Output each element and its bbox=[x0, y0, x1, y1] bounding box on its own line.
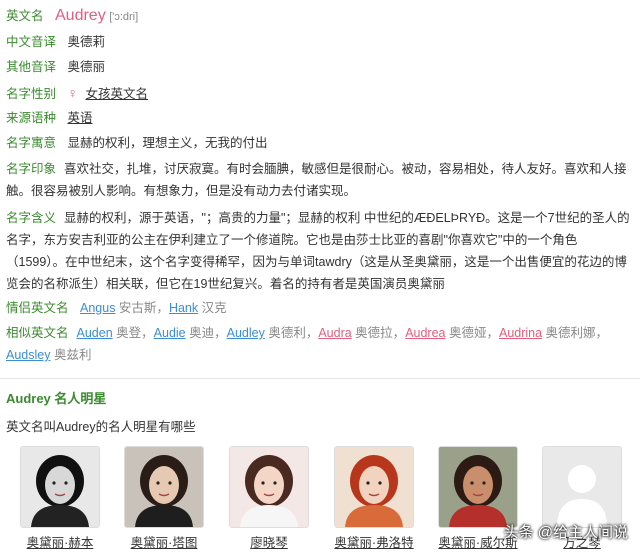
label-english-name: 英文名 bbox=[6, 9, 44, 23]
english-name-value: Audrey bbox=[55, 7, 106, 24]
celeb-photo[interactable] bbox=[542, 446, 622, 528]
couple-name-cn: 安古斯， bbox=[115, 301, 169, 315]
similar-name-cn: 奥德利娜， bbox=[542, 326, 609, 340]
celeb-photo[interactable] bbox=[438, 446, 518, 528]
similar-name-link[interactable]: Auden bbox=[77, 326, 113, 340]
celeb-card[interactable]: 奥黛丽·赫本 bbox=[20, 446, 100, 551]
gender-link[interactable]: 女孩英文名 bbox=[85, 87, 148, 101]
watermark: 头条 @给主人间说 bbox=[503, 524, 628, 541]
label-gender: 名字性别 bbox=[6, 87, 57, 101]
couple-name-link[interactable]: Angus bbox=[80, 301, 115, 315]
similar-name-link[interactable]: Audra bbox=[318, 326, 351, 340]
similar-name-link[interactable]: Audley bbox=[227, 326, 265, 340]
section-divider bbox=[0, 378, 640, 379]
couple-name-cn: 汉克 bbox=[198, 301, 227, 315]
similar-name-cn: 奥德娅， bbox=[445, 326, 499, 340]
similar-name-link[interactable]: Audrina bbox=[499, 326, 542, 340]
similar-names-list: Auden 奥登，Audie 奥迪，Audley 奥德利，Audra 奥德拉，A… bbox=[6, 326, 608, 362]
row-similar-names: 相似英文名 Auden 奥登，Audie 奥迪，Audley 奥德利，Audra … bbox=[6, 322, 632, 366]
row-couple-names: 情侣英文名 Angus 安古斯，Hank 汉克 bbox=[6, 297, 632, 319]
celebs-section-subtitle: 英文名叫Audrey的名人明星有哪些 bbox=[6, 420, 196, 434]
celeb-photo[interactable] bbox=[124, 446, 204, 528]
similar-name-link[interactable]: Audrea bbox=[405, 326, 445, 340]
similar-name-cn: 奥兹利 bbox=[50, 348, 92, 362]
similar-name-cn: 奥迪， bbox=[185, 326, 227, 340]
similar-name-cn: 奥德拉， bbox=[351, 326, 406, 340]
row-english-name: 英文名 Audrey ['ɔ:dri] bbox=[6, 5, 632, 28]
label-impression: 名字印象 bbox=[6, 162, 57, 176]
cn-transliteration-value: 奥德莉 bbox=[67, 35, 106, 49]
impression-value: 喜欢社交，扎堆，讨厌寂寞。有时会腼腆，敏感但是很耐心。被动，容易相处，待人友好。… bbox=[6, 162, 627, 198]
label-cn-transliteration: 中文音译 bbox=[6, 35, 57, 49]
celebs-section-title: Audrey 名人明星 bbox=[6, 391, 107, 406]
row-origin: 来源语种 英语 bbox=[6, 107, 632, 129]
row-definition: 名字含义 显赫的权利，源于英语，"；高贵的力量"；显赫的权利 中世纪的ÆÐELÞR… bbox=[6, 207, 632, 295]
row-other-transliteration: 其他音译 奥德丽 bbox=[6, 56, 632, 78]
couple-names-list: Angus 安古斯，Hank 汉克 bbox=[80, 301, 227, 315]
celeb-name-link[interactable]: 奥黛丽·弗洛特 bbox=[334, 532, 414, 551]
other-transliteration-value: 奥德丽 bbox=[67, 60, 106, 74]
celeb-card[interactable]: 廖晓琴 bbox=[229, 446, 309, 551]
label-other-transliteration: 其他音译 bbox=[6, 60, 57, 74]
celeb-card[interactable]: 奥黛丽·塔图 bbox=[124, 446, 204, 551]
couple-name-link[interactable]: Hank bbox=[169, 301, 198, 315]
label-meaning: 名字寓意 bbox=[6, 136, 57, 150]
definition-value: 显赫的权利，源于英语，"；高贵的力量"；显赫的权利 中世纪的ÆÐELÞRYÐ。这… bbox=[6, 211, 630, 291]
celeb-photo[interactable] bbox=[229, 446, 309, 528]
origin-link[interactable]: 英语 bbox=[68, 111, 93, 125]
label-definition: 名字含义 bbox=[6, 211, 57, 225]
label-couple-names: 情侣英文名 bbox=[6, 301, 69, 315]
row-gender: 名字性别 ♀ 女孩英文名 bbox=[6, 82, 632, 105]
celeb-photo[interactable] bbox=[20, 446, 100, 528]
celeb-name-link[interactable]: 奥黛丽·塔图 bbox=[124, 532, 204, 551]
similar-name-link[interactable]: Audie bbox=[154, 326, 186, 340]
row-meaning: 名字寓意 显赫的权利，理想主义，无我的付出 bbox=[6, 132, 632, 154]
row-cn-transliteration: 中文音译 奥德莉 bbox=[6, 31, 632, 53]
female-icon: ♀ bbox=[67, 85, 79, 101]
pronunciation: ['ɔ:dri] bbox=[109, 11, 139, 23]
celeb-name-link[interactable]: 廖晓琴 bbox=[229, 532, 309, 551]
meaning-value: 显赫的权利，理想主义，无我的付出 bbox=[67, 136, 268, 150]
similar-name-link[interactable]: Audsley bbox=[6, 348, 50, 362]
celeb-card[interactable]: 奥黛丽·弗洛特 bbox=[334, 446, 414, 551]
celeb-name-link[interactable]: 奥黛丽·赫本 bbox=[20, 532, 100, 551]
row-impression: 名字印象 喜欢社交，扎堆，讨厌寂寞。有时会腼腆，敏感但是很耐心。被动，容易相处，待… bbox=[6, 158, 632, 202]
celeb-photo[interactable] bbox=[334, 446, 414, 528]
similar-name-cn: 奥登， bbox=[112, 326, 154, 340]
similar-name-cn: 奥德利， bbox=[264, 326, 319, 340]
label-similar-names: 相似英文名 bbox=[6, 326, 69, 340]
label-origin: 来源语种 bbox=[6, 111, 57, 125]
